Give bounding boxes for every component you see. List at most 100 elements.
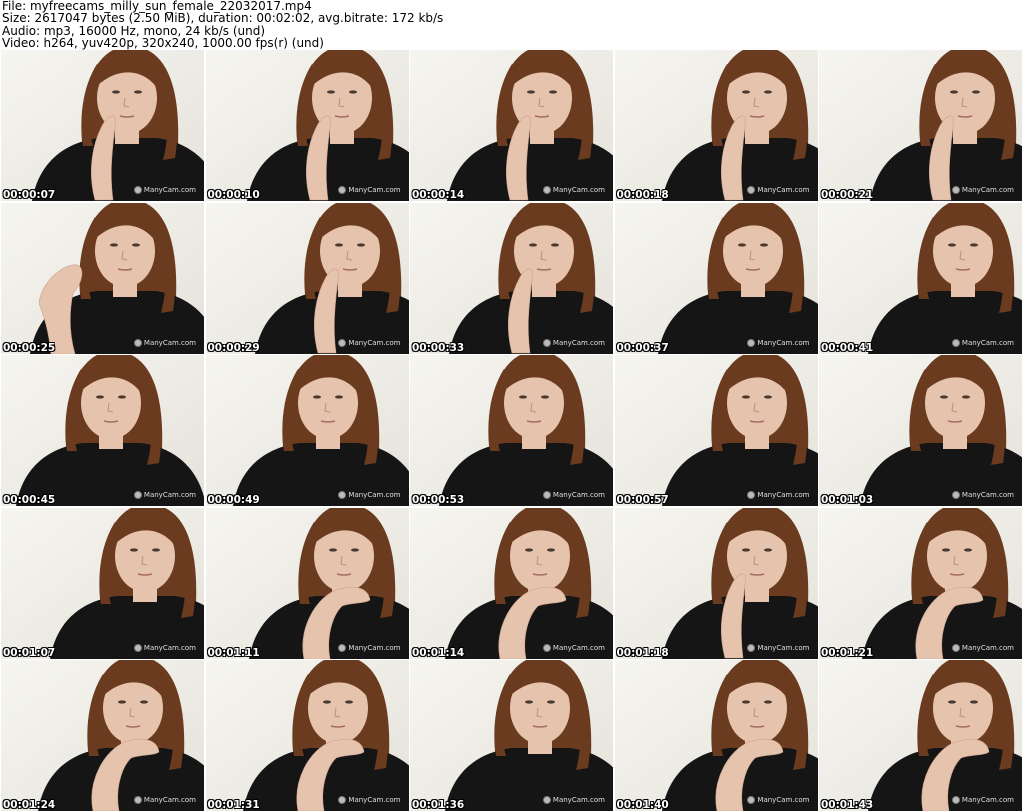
watermark-text: ManyCam.com bbox=[348, 491, 401, 499]
thumbnail-grid: ManyCam.com 00:00:07 ManyCam.com 00:00:10 Ma… bbox=[1, 50, 1023, 811]
manycam-watermark: ManyCam.com bbox=[542, 796, 605, 804]
webcam-frame-image bbox=[1, 202, 204, 354]
frame-timestamp: 00:00:07 bbox=[3, 189, 56, 201]
webcam-frame-image bbox=[410, 355, 613, 506]
manycam-watermark: ManyCam.com bbox=[747, 338, 810, 347]
video-frame-thumbnail: ManyCam.com 00:00:37 bbox=[614, 202, 818, 354]
frame-timestamp: 00:01:40 bbox=[616, 799, 669, 811]
webcam-frame-image bbox=[410, 50, 613, 201]
video-frame-thumbnail: ManyCam.com 00:01:24 bbox=[1, 660, 204, 811]
webcam-frame-image bbox=[205, 355, 409, 506]
webcam-frame-image bbox=[410, 202, 613, 354]
manycam-logo-icon bbox=[133, 643, 142, 652]
manycam-watermark: ManyCam.com bbox=[133, 491, 196, 499]
manycam-logo-icon bbox=[542, 338, 551, 347]
size-duration-line: Size: 2617047 bytes (2.50 MiB), duration… bbox=[2, 11, 444, 26]
watermark-text: ManyCam.com bbox=[961, 338, 1014, 347]
video-frame-thumbnail: ManyCam.com 00:00:29 bbox=[205, 202, 409, 354]
webcam-frame-image bbox=[614, 660, 818, 811]
watermark-text: ManyCam.com bbox=[552, 338, 605, 347]
manycam-watermark: ManyCam.com bbox=[133, 796, 196, 804]
webcam-frame-image bbox=[819, 507, 1022, 659]
manycam-logo-icon bbox=[338, 796, 347, 804]
manycam-logo-icon bbox=[542, 186, 551, 194]
watermark-text: ManyCam.com bbox=[961, 186, 1014, 194]
frame-timestamp: 00:01:03 bbox=[821, 494, 874, 506]
frame-timestamp: 00:01:31 bbox=[207, 799, 260, 811]
manycam-watermark: ManyCam.com bbox=[951, 186, 1014, 194]
webcam-frame-image bbox=[614, 50, 818, 201]
webcam-frame-image bbox=[1, 355, 204, 506]
watermark-text: ManyCam.com bbox=[961, 643, 1014, 652]
webcam-frame-image bbox=[819, 202, 1022, 354]
frame-timestamp: 00:00:29 bbox=[207, 341, 260, 354]
webcam-frame-image bbox=[819, 660, 1022, 811]
video-frame-thumbnail: ManyCam.com 00:00:10 bbox=[205, 50, 409, 201]
video-frame-thumbnail: ManyCam.com 00:01:03 bbox=[819, 355, 1022, 506]
webcam-frame-image bbox=[205, 202, 409, 354]
manycam-watermark: ManyCam.com bbox=[747, 186, 810, 194]
webcam-frame-image bbox=[1, 507, 204, 659]
manycam-logo-icon bbox=[747, 186, 756, 194]
webcam-frame-image bbox=[819, 50, 1022, 201]
watermark-text: ManyCam.com bbox=[552, 796, 605, 804]
watermark-text: ManyCam.com bbox=[552, 186, 605, 194]
manycam-logo-icon bbox=[951, 491, 960, 499]
watermark-text: ManyCam.com bbox=[961, 796, 1014, 804]
watermark-text: ManyCam.com bbox=[961, 491, 1014, 499]
webcam-frame-image bbox=[614, 202, 818, 354]
manycam-watermark: ManyCam.com bbox=[747, 796, 810, 804]
manycam-logo-icon bbox=[747, 796, 756, 804]
manycam-watermark: ManyCam.com bbox=[747, 491, 810, 499]
frame-timestamp: 00:01:07 bbox=[3, 646, 56, 659]
watermark-text: ManyCam.com bbox=[552, 643, 605, 652]
manycam-logo-icon bbox=[133, 338, 142, 347]
manycam-watermark: ManyCam.com bbox=[338, 186, 401, 194]
video-frame-thumbnail: ManyCam.com 00:00:14 bbox=[410, 50, 613, 201]
manycam-logo-icon bbox=[747, 643, 756, 652]
manycam-logo-icon bbox=[133, 186, 142, 194]
frame-timestamp: 00:00:33 bbox=[412, 341, 465, 354]
watermark-text: ManyCam.com bbox=[143, 338, 196, 347]
video-info-line: Video: h264, yuv420p, 320x240, 1000.00 f… bbox=[2, 36, 324, 51]
frame-timestamp: 00:00:45 bbox=[3, 494, 56, 506]
watermark-text: ManyCam.com bbox=[143, 643, 196, 652]
webcam-frame-image bbox=[1, 660, 204, 811]
watermark-text: ManyCam.com bbox=[757, 186, 810, 194]
video-frame-thumbnail: ManyCam.com 00:00:21 bbox=[819, 50, 1022, 201]
manycam-watermark: ManyCam.com bbox=[951, 643, 1014, 652]
video-frame-thumbnail: ManyCam.com 00:01:21 bbox=[819, 507, 1022, 659]
manycam-logo-icon bbox=[951, 338, 960, 347]
frame-timestamp: 00:00:57 bbox=[616, 494, 669, 506]
webcam-frame-image bbox=[1, 50, 204, 201]
video-frame-thumbnail: ManyCam.com 00:01:14 bbox=[410, 507, 613, 659]
manycam-watermark: ManyCam.com bbox=[747, 643, 810, 652]
manycam-logo-icon bbox=[133, 491, 142, 499]
video-frame-thumbnail: ManyCam.com 00:01:36 bbox=[410, 660, 613, 811]
frame-timestamp: 00:00:21 bbox=[821, 189, 874, 201]
manycam-logo-icon bbox=[542, 643, 551, 652]
video-frame-thumbnail: ManyCam.com 00:00:33 bbox=[410, 202, 613, 354]
webcam-frame-image bbox=[614, 355, 818, 506]
frame-timestamp: 00:00:18 bbox=[616, 189, 669, 201]
frame-timestamp: 00:00:10 bbox=[207, 189, 260, 201]
manycam-logo-icon bbox=[951, 643, 960, 652]
watermark-text: ManyCam.com bbox=[143, 186, 196, 194]
frame-timestamp: 00:01:43 bbox=[821, 799, 874, 811]
frame-timestamp: 00:00:37 bbox=[616, 341, 669, 354]
frame-timestamp: 00:01:11 bbox=[207, 646, 260, 659]
frame-timestamp: 00:00:41 bbox=[821, 341, 874, 354]
manycam-logo-icon bbox=[542, 796, 551, 804]
webcam-frame-image bbox=[410, 507, 613, 659]
watermark-text: ManyCam.com bbox=[143, 796, 196, 804]
watermark-text: ManyCam.com bbox=[348, 186, 401, 194]
file-info-header: File: myfreecams_milly_sun_female_220320… bbox=[2, 0, 1022, 50]
video-frame-thumbnail: ManyCam.com 00:00:25 bbox=[1, 202, 204, 354]
video-frame-thumbnail: ManyCam.com 00:01:43 bbox=[819, 660, 1022, 811]
frame-timestamp: 00:00:14 bbox=[412, 189, 465, 201]
manycam-logo-icon bbox=[338, 491, 347, 499]
video-frame-thumbnail: ManyCam.com 00:01:18 bbox=[614, 507, 818, 659]
video-frame-thumbnail: ManyCam.com 00:00:49 bbox=[205, 355, 409, 506]
video-frame-thumbnail: ManyCam.com 00:01:40 bbox=[614, 660, 818, 811]
webcam-frame-image bbox=[205, 50, 409, 201]
